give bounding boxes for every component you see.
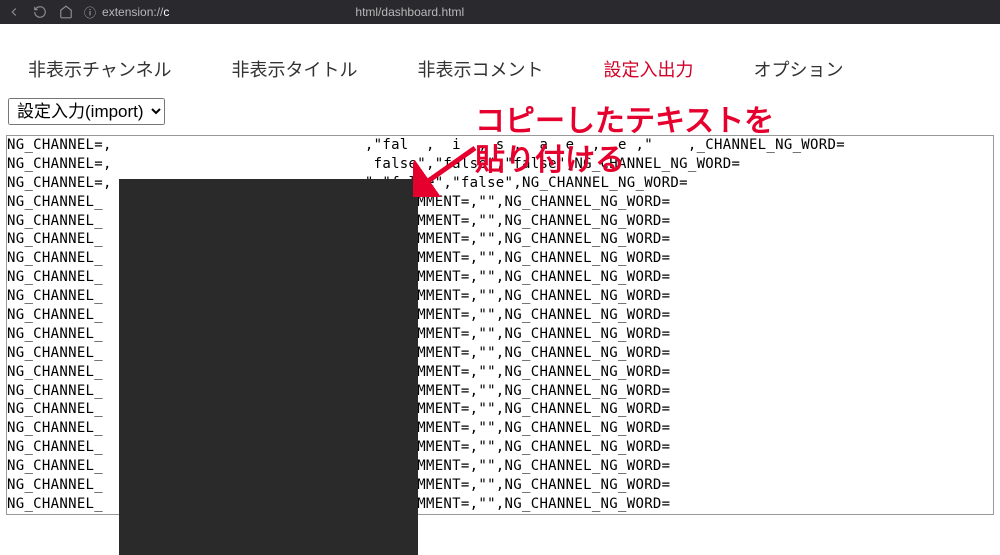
tab-hidden-comments[interactable]: 非表示コメント <box>417 56 543 82</box>
home-icon[interactable] <box>58 4 74 20</box>
info-icon: ⓘ <box>84 4 96 21</box>
refresh-icon[interactable] <box>32 4 48 20</box>
back-icon[interactable] <box>6 4 22 20</box>
annotation-arrow <box>413 142 483 197</box>
browser-toolbar: ⓘ extension://c html/dashboard.html <box>0 0 1000 24</box>
tab-options[interactable]: オプション <box>753 56 843 82</box>
tab-hidden-channels[interactable]: 非表示チャンネル <box>28 56 171 82</box>
annotation-text: コピーしたテキストを 貼り付ける <box>475 102 774 180</box>
mode-select[interactable]: 設定入力(import) <box>8 98 165 125</box>
tab-settings-io[interactable]: 設定入出力 <box>603 56 693 82</box>
tabs-bar: 非表示チャンネル 非表示タイトル 非表示コメント 設定入出力 オプション <box>0 24 1000 98</box>
url-prefix: extension://c <box>102 5 169 19</box>
tab-hidden-titles[interactable]: 非表示タイトル <box>231 56 357 82</box>
url-bar[interactable]: ⓘ extension://c html/dashboard.html <box>84 4 994 21</box>
redaction-block <box>119 179 418 555</box>
url-path: html/dashboard.html <box>355 5 464 19</box>
